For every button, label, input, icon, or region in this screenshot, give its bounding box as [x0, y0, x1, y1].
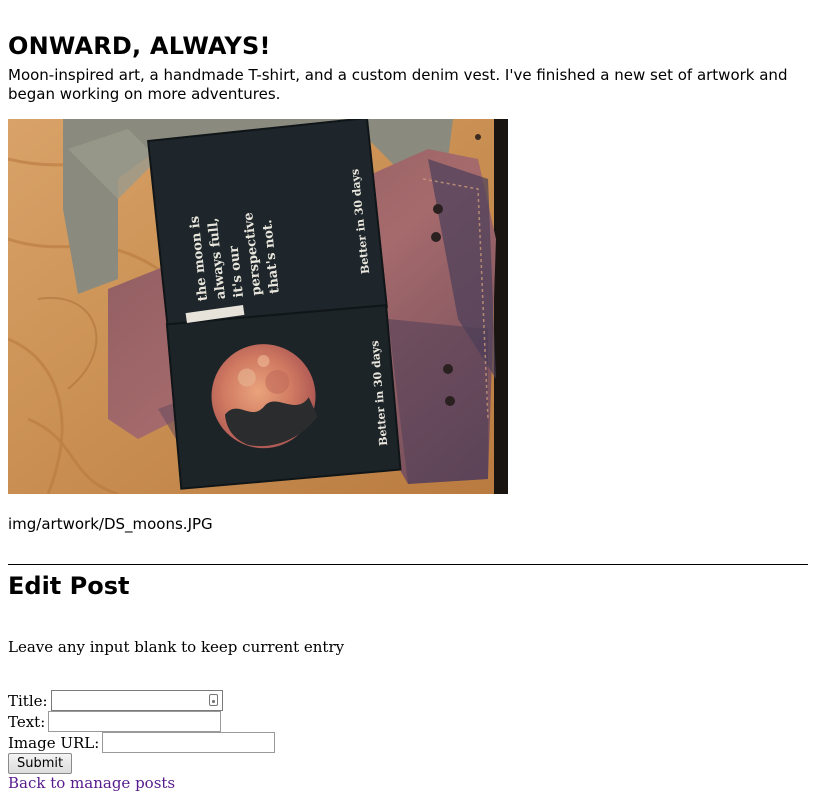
image-url-label: Image URL:	[8, 733, 100, 752]
text-input[interactable]	[48, 711, 222, 732]
edit-post-heading: Edit Post	[8, 572, 130, 600]
back-to-manage-posts-link[interactable]: Back to manage posts	[8, 773, 175, 793]
image-url-row: Image URL:	[8, 732, 276, 753]
post-text: Moon-inspired art, a handmade T-shirt, a…	[8, 66, 788, 103]
title-row: Title:	[8, 690, 223, 711]
post-title: ONWARD, ALWAYS!	[8, 32, 271, 60]
text-row: Text:	[8, 711, 222, 732]
title-input[interactable]	[50, 690, 223, 711]
divider	[8, 564, 808, 565]
text-label: Text:	[8, 712, 46, 731]
image-url-input[interactable]	[102, 732, 276, 753]
form-note: Leave any input blank to keep current en…	[8, 638, 345, 656]
autofill-key-icon[interactable]	[208, 694, 218, 706]
title-label: Title:	[8, 691, 48, 710]
title-input-wrap	[50, 690, 223, 711]
image-path: img/artwork/DS_moons.JPG	[8, 515, 213, 533]
post-image: the moon is always full, it's our perspe…	[8, 119, 508, 494]
submit-button[interactable]: Submit	[8, 753, 73, 774]
